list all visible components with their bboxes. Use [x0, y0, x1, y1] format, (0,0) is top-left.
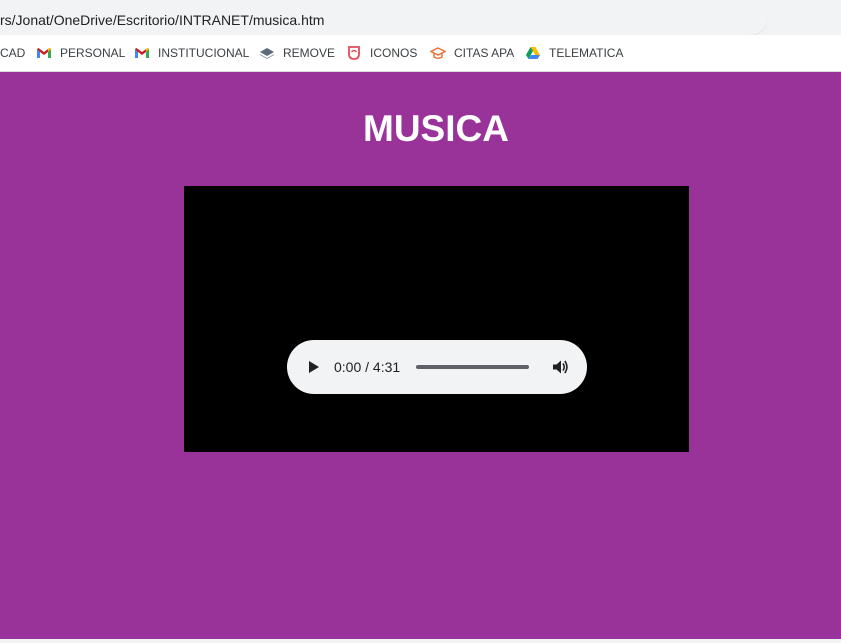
audio-player: 0:00 / 4:31 — [287, 340, 587, 394]
bookmark-label: TELEMATICA — [549, 46, 624, 60]
bookmark-personal[interactable]: PERSONAL — [36, 45, 125, 61]
time-display: 0:00 / 4:31 — [334, 359, 401, 375]
layers-icon — [259, 45, 275, 61]
play-icon[interactable] — [307, 360, 321, 374]
page-title: MUSICA — [363, 108, 509, 149]
bookmark-telematica[interactable]: TELEMATICA — [525, 45, 623, 61]
gmail-icon — [36, 45, 52, 61]
gmail-icon — [134, 45, 150, 61]
address-text[interactable]: rs/Jonat/OneDrive/Escritorio/INTRANET/mu… — [0, 12, 324, 28]
progress-slider[interactable] — [416, 365, 529, 369]
drive-icon — [525, 45, 541, 61]
flaticon-icon — [346, 45, 362, 61]
bookmark-label: INSTITUCIONAL — [158, 46, 250, 60]
bookmark-remove[interactable]: REMOVE — [259, 45, 335, 61]
bookmark-citas-apa[interactable]: CITAS APA — [429, 45, 515, 61]
bookmark-cad[interactable]: CAD — [0, 45, 25, 61]
volume-icon[interactable] — [551, 358, 569, 376]
bookmark-label: CITAS APA — [454, 46, 515, 60]
graduation-cap-icon — [429, 45, 447, 61]
bookmark-label: ICONOS — [370, 46, 418, 60]
bookmark-label: PERSONAL — [60, 46, 126, 60]
media-container: 0:00 / 4:31 — [184, 186, 689, 452]
bookmark-iconos[interactable]: ICONOS — [346, 45, 417, 61]
bookmark-institucional[interactable]: INSTITUCIONAL — [134, 45, 249, 61]
page-bottom-border — [0, 639, 841, 643]
bookmarks-bar: CAD PERSONAL INSTITUCIONAL REMOVE ICONOS… — [0, 35, 841, 72]
bookmark-label: REMOVE — [283, 46, 336, 60]
address-bar: rs/Jonat/OneDrive/Escritorio/INTRANET/mu… — [0, 0, 841, 35]
bookmark-label: CAD — [0, 46, 26, 60]
